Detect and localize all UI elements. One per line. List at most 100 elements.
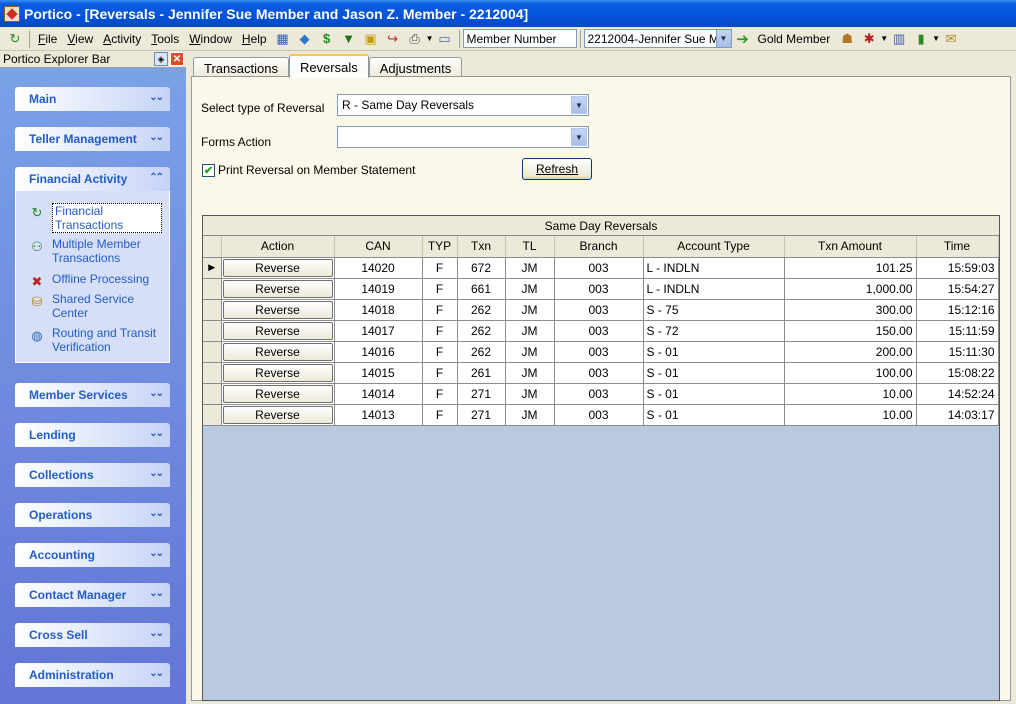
cell-branch[interactable]: 003 <box>554 278 644 300</box>
menu-item-activity[interactable]: Activity <box>98 32 146 46</box>
download-icon[interactable]: ▼ <box>340 30 358 48</box>
cell-branch[interactable]: 003 <box>554 320 644 342</box>
cell-amount[interactable]: 200.00 <box>784 341 917 363</box>
tab-reversals[interactable]: Reversals <box>288 54 369 78</box>
cell-amount[interactable]: 10.00 <box>784 404 917 426</box>
cell-branch[interactable]: 003 <box>554 257 644 279</box>
cell-branch[interactable]: 003 <box>554 299 644 321</box>
group-administration[interactable]: Administration ⌄⌄ <box>15 663 170 687</box>
sidebar-item-shared-service-center[interactable]: ⛁ Shared Service Center <box>28 292 162 320</box>
cell-tl[interactable]: JM <box>505 320 555 342</box>
cell-typ[interactable]: F <box>422 404 458 426</box>
cell-acct[interactable]: S - 75 <box>643 299 785 321</box>
column-header[interactable]: Time <box>916 236 999 258</box>
search-type-select[interactable]: Member Number <box>462 29 577 48</box>
table-row[interactable]: Reverse 14014 F 271 JM 003 S - 01 10.00 14:52:24 <box>203 383 999 405</box>
menu-item-window[interactable]: Window <box>184 32 237 46</box>
cell-amount[interactable]: 100.00 <box>784 362 917 384</box>
row-header[interactable] <box>203 278 222 300</box>
column-header[interactable]: TYP <box>422 236 458 258</box>
people-icon[interactable]: ☗ <box>838 30 856 48</box>
bug-dropdown-icon[interactable]: ▼ <box>880 34 888 43</box>
printer-dropdown-icon[interactable]: ▼ <box>426 34 434 43</box>
table-row[interactable]: Reverse 14019 F 661 JM 003 L - INDLN 1,000.00 15… <box>203 278 999 300</box>
menu-item-tools[interactable]: Tools <box>146 32 184 46</box>
cell-branch[interactable]: 003 <box>554 362 644 384</box>
cell-txn[interactable]: 271 <box>457 383 506 405</box>
row-header[interactable] <box>203 383 222 405</box>
group-operations[interactable]: Operations ⌄⌄ <box>15 503 170 527</box>
chevron-down-icon[interactable]: ▼ <box>715 30 731 47</box>
group-cross-sell[interactable]: Cross Sell ⌄⌄ <box>15 623 170 647</box>
group-member-services[interactable]: Member Services ⌄⌄ <box>15 383 170 407</box>
reverse-button[interactable]: Reverse <box>222 405 333 424</box>
group-collections[interactable]: Collections ⌄⌄ <box>15 463 170 487</box>
bug-icon[interactable]: ✱ <box>860 30 878 48</box>
row-header[interactable] <box>203 362 222 384</box>
cell-time[interactable]: 15:59:03 <box>916 257 999 279</box>
cell-amount[interactable]: 10.00 <box>784 383 917 405</box>
tab-adjustments[interactable]: Adjustments <box>368 57 463 78</box>
sidebar-item-routing-transit[interactable]: ◍ Routing and Transit Verification <box>28 326 162 354</box>
cell-acct[interactable]: S - 01 <box>643 404 785 426</box>
cell-txn[interactable]: 262 <box>457 320 506 342</box>
table-row[interactable]: Reverse 14015 F 261 JM 003 S - 01 100.00 15:08:2… <box>203 362 999 384</box>
group-teller-management[interactable]: Teller Management ⌄⌄ <box>15 127 170 151</box>
table-row[interactable]: ▶ Reverse 14020 F 672 JM 003 L - INDLN 101.25 15:… <box>203 257 999 279</box>
reversal-type-select[interactable]: R - Same Day Reversals ▼ <box>337 94 589 116</box>
group-lending[interactable]: Lending ⌄⌄ <box>15 423 170 447</box>
row-header[interactable] <box>203 404 222 426</box>
cell-typ[interactable]: F <box>422 299 458 321</box>
column-header[interactable]: TL <box>505 236 555 258</box>
group-accounting[interactable]: Accounting ⌄⌄ <box>15 543 170 567</box>
cell-txn[interactable]: 661 <box>457 278 506 300</box>
cell-acct[interactable]: S - 01 <box>643 341 785 363</box>
current-row-indicator-icon[interactable]: ▶ <box>203 257 222 279</box>
tag-icon[interactable]: ◆ <box>296 30 314 48</box>
column-header[interactable]: Account Type <box>643 236 785 258</box>
cell-amount[interactable]: 1,000.00 <box>784 278 917 300</box>
printer-icon[interactable]: ⎙ <box>406 30 424 48</box>
row-header[interactable] <box>203 341 222 363</box>
document-icon[interactable]: ▭ <box>436 30 454 48</box>
cell-time[interactable]: 15:11:59 <box>916 320 999 342</box>
cell-txn[interactable]: 261 <box>457 362 506 384</box>
cell-time[interactable]: 15:12:16 <box>916 299 999 321</box>
cell-typ[interactable]: F <box>422 320 458 342</box>
refresh-button[interactable]: Refresh <box>522 158 592 180</box>
dollar-arrow-icon[interactable]: ↻ <box>6 30 24 48</box>
battery-icon[interactable]: ▮ <box>912 30 930 48</box>
cell-txn[interactable]: 262 <box>457 299 506 321</box>
close-icon[interactable]: ✕ <box>170 52 184 66</box>
dollar-icon[interactable]: $ <box>318 30 336 48</box>
reverse-button[interactable]: Reverse <box>222 300 333 319</box>
mail-icon[interactable]: ✉ <box>942 30 960 48</box>
cell-tl[interactable]: JM <box>505 362 555 384</box>
reverse-button[interactable]: Reverse <box>222 342 333 361</box>
column-header[interactable]: Txn <box>457 236 506 258</box>
row-header[interactable] <box>203 320 222 342</box>
pin-icon[interactable]: ◈ <box>154 52 168 66</box>
network-icon[interactable]: ▦ <box>274 30 292 48</box>
chart-icon[interactable]: ▥ <box>890 30 908 48</box>
cell-time[interactable]: 14:52:24 <box>916 383 999 405</box>
cell-time[interactable]: 14:03:17 <box>916 404 999 426</box>
reverse-button[interactable]: Reverse <box>222 279 333 298</box>
cell-time[interactable]: 15:08:22 <box>916 362 999 384</box>
cell-can[interactable]: 14016 <box>334 341 423 363</box>
cell-can[interactable]: 14015 <box>334 362 423 384</box>
cell-tl[interactable]: JM <box>505 383 555 405</box>
table-row[interactable]: Reverse 14016 F 262 JM 003 S - 01 200.00 15:11:3… <box>203 341 999 363</box>
cell-acct[interactable]: L - INDLN <box>643 257 785 279</box>
cell-time[interactable]: 15:11:30 <box>916 341 999 363</box>
cell-typ[interactable]: F <box>422 362 458 384</box>
cell-can[interactable]: 14013 <box>334 404 423 426</box>
column-header[interactable]: Txn Amount <box>784 236 917 258</box>
reverse-button[interactable]: Reverse <box>222 384 333 403</box>
column-header[interactable]: Action <box>221 236 335 258</box>
cell-acct[interactable]: S - 72 <box>643 320 785 342</box>
table-row[interactable]: Reverse 14017 F 262 JM 003 S - 72 150.00 15:11:5… <box>203 320 999 342</box>
row-header[interactable] <box>203 299 222 321</box>
cell-can[interactable]: 14020 <box>334 257 423 279</box>
cell-typ[interactable]: F <box>422 257 458 279</box>
